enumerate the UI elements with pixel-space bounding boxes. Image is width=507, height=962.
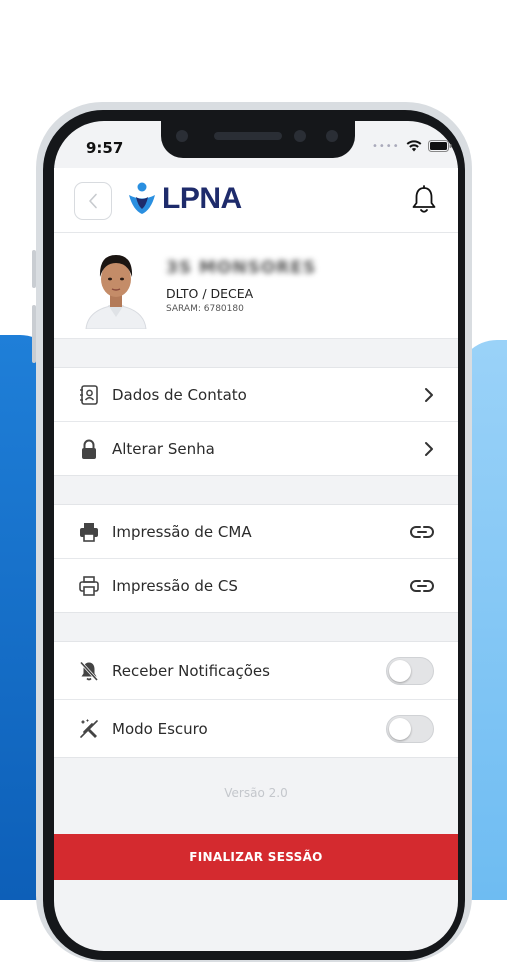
back-button[interactable] (74, 182, 112, 220)
app-header: LPNA (54, 168, 458, 233)
avatar (82, 243, 150, 329)
phone-side-button (32, 250, 36, 288)
speaker-grille (214, 132, 282, 140)
menu-item-alterar-senha[interactable]: Alterar Senha (54, 421, 458, 475)
print-group: Impressão de CMA Impressão de CS (54, 504, 458, 613)
toggle-switch[interactable] (386, 656, 434, 685)
phone-side-button (32, 305, 36, 363)
menu-item-label: Impressão de CMA (112, 522, 252, 541)
bell-icon (412, 185, 436, 213)
notifications-toggle[interactable] (386, 656, 434, 685)
logout-button[interactable]: FINALIZAR SESSÃO (54, 834, 458, 880)
chevron-left-icon (89, 193, 97, 209)
menu-item-label: Modo Escuro (112, 719, 208, 738)
brand-name: LPNA (162, 182, 242, 215)
dark-mode-icon (78, 718, 100, 740)
chevron-right-icon (424, 387, 434, 403)
menu-item-modo-escuro: Modo Escuro (54, 699, 458, 757)
lpna-logo-icon (129, 182, 155, 214)
bell-off-icon (78, 660, 100, 682)
camera-icon (176, 130, 188, 142)
account-settings-group: Dados de Contato Alterar Senha (54, 367, 458, 476)
chevron-right-icon (424, 441, 434, 457)
status-icons: •••• (372, 140, 452, 152)
menu-item-impressao-cs[interactable]: Impressão de CS (54, 558, 458, 612)
profile-card: 3S MONSORES DLTO / DECEA SARAM: 6780180 (54, 233, 458, 339)
dark-mode-toggle[interactable] (386, 714, 434, 743)
menu-item-receber-notificacoes: Receber Notificações (54, 642, 458, 699)
link-icon (410, 525, 434, 539)
toggle-switch[interactable] (386, 714, 434, 743)
preferences-group: Receber Notificações Modo Escuro (54, 641, 458, 758)
status-time: 9:57 (86, 139, 124, 157)
user-organization: DLTO / DECEA (166, 286, 254, 301)
sensor-icon (326, 130, 338, 142)
app-version: Versão 2.0 (224, 786, 288, 800)
user-name: 3S MONSORES (166, 258, 317, 278)
signal-dots-icon: •••• (372, 140, 400, 152)
printer-outline-icon (78, 575, 100, 597)
wifi-icon (406, 140, 421, 152)
menu-item-label: Alterar Senha (112, 439, 215, 458)
notifications-button[interactable] (410, 185, 438, 219)
camera-icon (294, 130, 306, 142)
battery-icon (427, 140, 452, 152)
printer-icon (78, 521, 100, 543)
menu-item-impressao-cma[interactable]: Impressão de CMA (54, 505, 458, 558)
contact-card-icon (78, 384, 100, 406)
lock-icon (78, 438, 100, 460)
user-saram: SARAM: 6780180 (166, 304, 244, 314)
menu-item-dados-de-contato[interactable]: Dados de Contato (54, 368, 458, 421)
menu-item-label: Dados de Contato (112, 385, 247, 404)
link-icon (410, 579, 434, 593)
menu-item-label: Receber Notificações (112, 661, 270, 680)
menu-item-label: Impressão de CS (112, 576, 238, 595)
app-logo: LPNA (126, 182, 242, 216)
